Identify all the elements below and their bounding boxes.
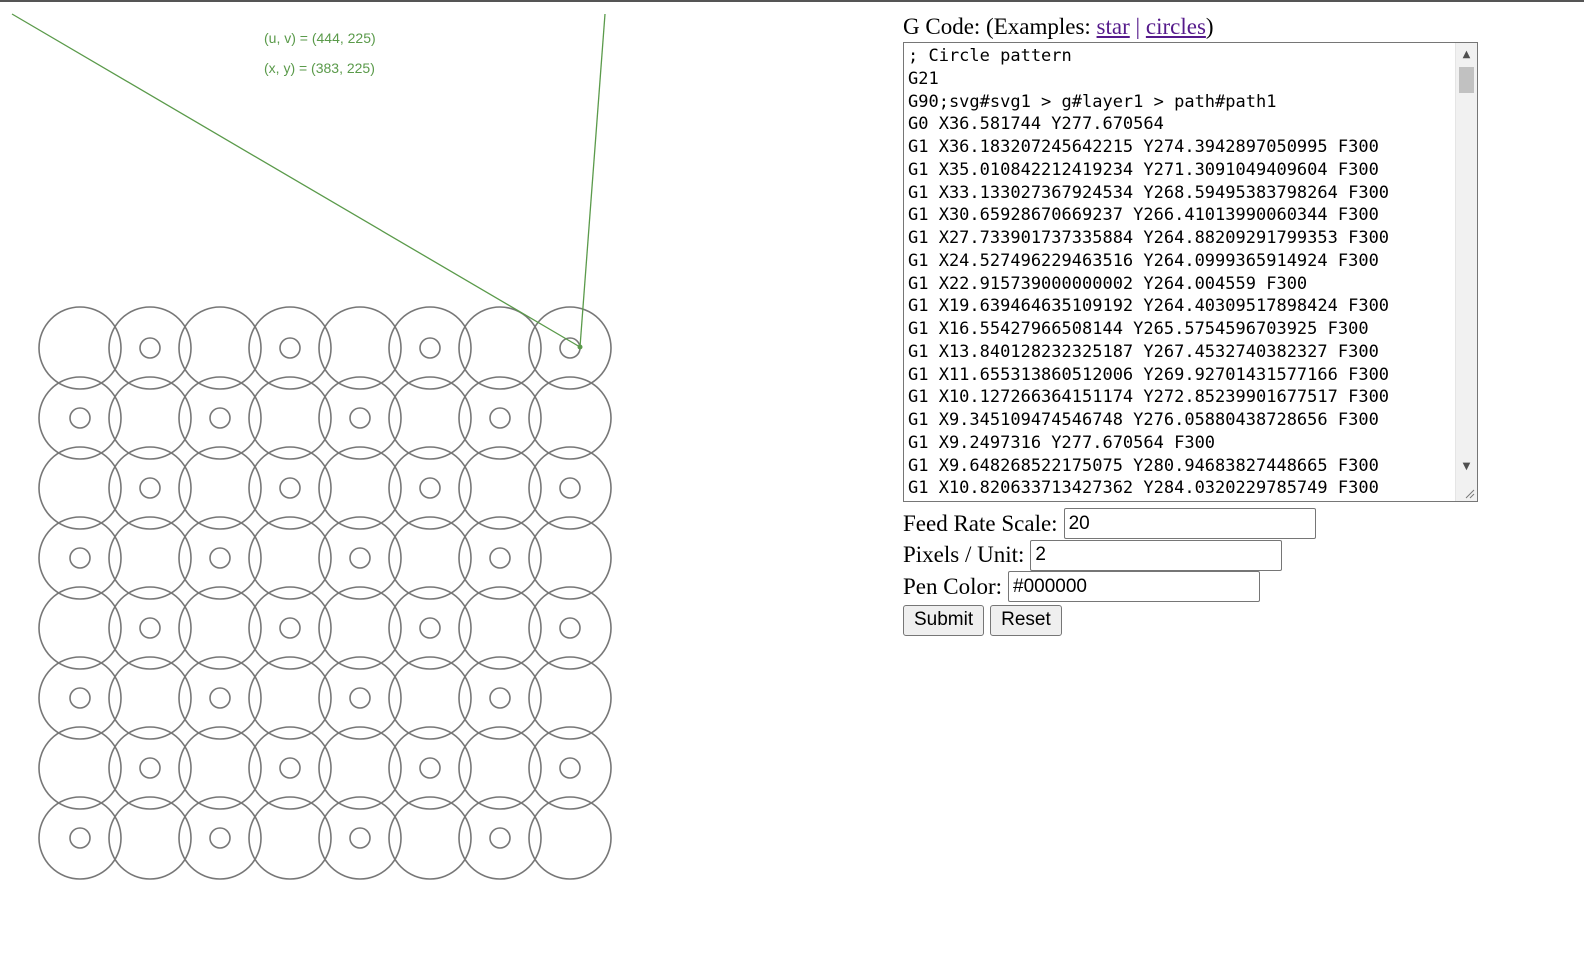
inner-circle xyxy=(489,407,511,429)
pen-color-row: Pen Color: xyxy=(903,571,1503,603)
inner-circle xyxy=(279,337,301,359)
circle-pattern xyxy=(38,306,612,880)
uv-readout: (u, v) = (444, 225) xyxy=(264,30,376,46)
scrollbar-thumb[interactable] xyxy=(1459,67,1474,93)
example-star-link[interactable]: star xyxy=(1097,14,1130,39)
gcode-label-close: ) xyxy=(1205,14,1214,39)
pixels-unit-label: Pixels / Unit: xyxy=(903,542,1025,568)
gcode-text[interactable]: ; Circle pattern G21 G90;svg#svg1 > g#la… xyxy=(908,45,1453,501)
inner-circle xyxy=(279,477,301,499)
inner-circle xyxy=(279,757,301,779)
inner-circle xyxy=(419,617,441,639)
submit-button[interactable]: Submit xyxy=(903,604,985,636)
cursor-point xyxy=(577,344,583,350)
inner-circle xyxy=(139,477,161,499)
gcode-textarea[interactable]: ; Circle pattern G21 G90;svg#svg1 > g#la… xyxy=(903,42,1478,502)
control-panel: G Code: (Examples: star | circles) ; Cir… xyxy=(903,12,1503,636)
inner-circle xyxy=(209,547,231,569)
inner-circle xyxy=(419,757,441,779)
drawing-canvas[interactable]: (u, v) = (444, 225) (x, y) = (383, 225) xyxy=(0,2,880,970)
inner-circle xyxy=(489,827,511,849)
inner-circle xyxy=(69,547,91,569)
plot-svg[interactable]: (u, v) = (444, 225) (x, y) = (383, 225) xyxy=(0,2,880,970)
inner-circle xyxy=(349,687,371,709)
inner-circle xyxy=(349,407,371,429)
inner-circle xyxy=(349,547,371,569)
pixels-unit-input[interactable] xyxy=(1030,539,1283,571)
inner-circle xyxy=(69,687,91,709)
inner-circle xyxy=(279,617,301,639)
inner-circle xyxy=(559,617,581,639)
feed-rate-row: Feed Rate Scale: xyxy=(903,508,1503,540)
example-circles-link[interactable]: circles xyxy=(1146,14,1206,39)
inner-circle xyxy=(489,547,511,569)
inner-circle xyxy=(209,407,231,429)
button-row: Submit Reset xyxy=(903,604,1503,636)
resize-grip-icon[interactable] xyxy=(1463,487,1475,499)
inner-circle xyxy=(559,477,581,499)
feed-rate-label: Feed Rate Scale: xyxy=(903,510,1058,536)
gcode-heading: G Code: (Examples: star | circles) xyxy=(903,12,1503,42)
pixels-unit-row: Pixels / Unit: xyxy=(903,539,1503,572)
inner-circle xyxy=(489,687,511,709)
feed-rate-input[interactable] xyxy=(1063,508,1316,540)
inner-circle xyxy=(419,477,441,499)
link-separator: | xyxy=(1135,14,1141,39)
pen-color-label: Pen Color: xyxy=(903,573,1003,599)
inner-circle xyxy=(559,757,581,779)
inner-circle xyxy=(209,687,231,709)
reset-button[interactable]: Reset xyxy=(990,604,1062,636)
inner-circle xyxy=(139,337,161,359)
gcode-scrollbar[interactable]: ▲ ▼ xyxy=(1455,43,1477,501)
inner-circle xyxy=(69,407,91,429)
scroll-up-arrow-icon[interactable]: ▲ xyxy=(1456,45,1477,63)
scroll-down-arrow-icon[interactable]: ▼ xyxy=(1456,457,1477,475)
inner-circle xyxy=(139,617,161,639)
inner-circle xyxy=(209,827,231,849)
guide-line-v xyxy=(579,13,606,348)
gcode-label: G Code: (Examples: xyxy=(903,14,1097,39)
pen-color-input[interactable] xyxy=(1008,571,1261,603)
xy-readout: (x, y) = (383, 225) xyxy=(264,60,375,76)
inner-circle xyxy=(349,827,371,849)
inner-circle xyxy=(419,337,441,359)
inner-circle xyxy=(69,827,91,849)
inner-circle xyxy=(139,757,161,779)
